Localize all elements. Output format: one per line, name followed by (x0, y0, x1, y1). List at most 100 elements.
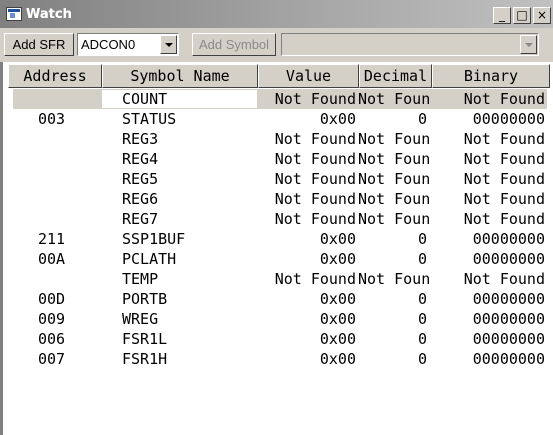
address-cell[interactable] (38, 169, 98, 189)
table-row[interactable]: COUNTNot FoundNot FoundNot Found (3, 89, 553, 109)
binary-cell[interactable]: 00000000 (431, 229, 547, 249)
address-cell[interactable] (38, 189, 98, 209)
symbol-name-cell[interactable]: REG3 (122, 129, 256, 149)
symbol-name-cell[interactable]: REG7 (122, 209, 256, 229)
binary-cell[interactable]: 00000000 (431, 249, 547, 269)
column-header-value[interactable]: Value (258, 64, 359, 88)
chevron-down-icon[interactable] (160, 35, 177, 54)
decimal-cell[interactable]: Not Found (358, 169, 431, 189)
value-cell[interactable]: Not Found (258, 129, 358, 149)
symbol-name-cell[interactable]: PORTB (122, 289, 256, 309)
binary-cell[interactable]: Not Found (431, 209, 547, 229)
binary-cell[interactable]: Not Found (431, 89, 547, 109)
value-cell[interactable]: Not Found (258, 269, 358, 289)
binary-cell[interactable]: 00000000 (431, 109, 547, 129)
decimal-cell[interactable]: Not Found (358, 209, 431, 229)
column-header-address[interactable]: Address (8, 64, 102, 88)
symbol-name-cell[interactable]: PCLATH (122, 249, 256, 269)
value-cell[interactable]: 0x00 (258, 249, 358, 269)
decimal-cell[interactable]: Not Found (358, 89, 431, 109)
binary-cell[interactable]: Not Found (431, 129, 547, 149)
chevron-down-icon[interactable] (520, 35, 537, 54)
table-row[interactable]: REG6Not FoundNot FoundNot Found (3, 189, 553, 209)
value-cell[interactable]: Not Found (258, 89, 358, 109)
binary-cell[interactable]: 00000000 (431, 289, 547, 309)
value-cell[interactable]: Not Found (258, 189, 358, 209)
address-cell[interactable]: 003 (38, 109, 98, 129)
symbol-name-cell[interactable]: STATUS (122, 109, 256, 129)
symbol-name-cell[interactable]: FSR1H (122, 349, 256, 369)
address-cell[interactable] (38, 269, 98, 289)
decimal-cell[interactable]: 0 (358, 329, 431, 349)
address-cell[interactable] (38, 89, 98, 109)
value-cell[interactable]: Not Found (258, 149, 358, 169)
column-header-binary[interactable]: Binary (432, 64, 550, 88)
address-cell[interactable]: 009 (38, 309, 98, 329)
symbol-name-cell[interactable]: REG4 (122, 149, 256, 169)
decimal-cell[interactable]: Not Found (358, 149, 431, 169)
column-header-decimal[interactable]: Decimal (359, 64, 432, 88)
binary-cell[interactable]: Not Found (431, 269, 547, 289)
decimal-cell[interactable]: 0 (358, 349, 431, 369)
decimal-cell[interactable]: 0 (358, 309, 431, 329)
maximize-button[interactable]: □ (513, 7, 531, 24)
minimize-button[interactable]: _ (493, 7, 511, 24)
table-row[interactable]: REG4Not FoundNot FoundNot Found (3, 149, 553, 169)
decimal-cell[interactable]: 0 (358, 229, 431, 249)
binary-cell[interactable]: Not Found (431, 169, 547, 189)
symbol-name-cell[interactable]: WREG (122, 309, 256, 329)
binary-cell[interactable]: Not Found (431, 149, 547, 169)
table-row[interactable]: 00D PORTB 0x00 0 00000000 (3, 289, 553, 309)
table-row[interactable]: TEMPNot FoundNot FoundNot Found (3, 269, 553, 289)
column-header-symbol-name[interactable]: Symbol Name (102, 64, 258, 88)
table-row[interactable]: REG3Not FoundNot FoundNot Found (3, 129, 553, 149)
add-sfr-button[interactable]: Add SFR (4, 33, 74, 56)
watch-window-icon[interactable] (6, 7, 22, 21)
value-cell[interactable]: Not Found (258, 209, 358, 229)
binary-cell[interactable]: 00000000 (431, 309, 547, 329)
symbol-select[interactable] (281, 33, 539, 56)
value-cell[interactable]: 0x00 (258, 349, 358, 369)
address-cell[interactable]: 211 (38, 229, 98, 249)
decimal-cell[interactable]: 0 (358, 109, 431, 129)
symbol-name-cell[interactable]: REG5 (122, 169, 256, 189)
address-cell[interactable]: 007 (38, 349, 98, 369)
table-row[interactable]: 006 FSR1L 0x00 0 00000000 (3, 329, 553, 349)
table-row[interactable]: 007 FSR1H 0x00 0 00000000 (3, 349, 553, 369)
address-cell[interactable] (38, 129, 98, 149)
table-row[interactable]: 211 SSP1BUF 0x00 0 00000000 (3, 229, 553, 249)
decimal-cell[interactable]: Not Found (358, 129, 431, 149)
decimal-cell[interactable]: Not Found (358, 189, 431, 209)
decimal-cell[interactable]: 0 (358, 249, 431, 269)
table-row[interactable]: 00A PCLATH 0x00 0 00000000 (3, 249, 553, 269)
value-cell[interactable]: 0x00 (258, 309, 358, 329)
value-cell[interactable]: Not Found (258, 169, 358, 189)
symbol-name-cell[interactable]: COUNT (122, 89, 256, 109)
table-row[interactable]: 009 WREG 0x00 0 00000000 (3, 309, 553, 329)
value-cell[interactable]: 0x00 (258, 289, 358, 309)
symbol-name-cell[interactable]: TEMP (122, 269, 256, 289)
sfr-select[interactable]: ADCON0 (77, 33, 179, 56)
watch-grid[interactable]: Address Symbol Name Value Decimal Binary… (0, 62, 553, 435)
address-cell[interactable]: 00A (38, 249, 98, 269)
binary-cell[interactable]: Not Found (431, 189, 547, 209)
table-row[interactable]: REG5Not FoundNot FoundNot Found (3, 169, 553, 189)
close-button[interactable]: × (533, 7, 551, 24)
table-row[interactable]: 003 STATUS 0x00 0 00000000 (3, 109, 553, 129)
binary-cell[interactable]: 00000000 (431, 329, 547, 349)
address-cell[interactable] (38, 209, 98, 229)
address-cell[interactable]: 00D (38, 289, 98, 309)
decimal-cell[interactable]: Not Found (358, 269, 431, 289)
address-cell[interactable] (38, 149, 98, 169)
add-symbol-button[interactable]: Add Symbol (192, 33, 276, 56)
symbol-name-cell[interactable]: FSR1L (122, 329, 256, 349)
value-cell[interactable]: 0x00 (258, 329, 358, 349)
title-bar[interactable]: Watch _ □ × (0, 0, 553, 28)
symbol-name-cell[interactable]: REG6 (122, 189, 256, 209)
address-cell[interactable]: 006 (38, 329, 98, 349)
table-row[interactable]: REG7Not FoundNot FoundNot Found (3, 209, 553, 229)
symbol-name-cell[interactable]: SSP1BUF (122, 229, 256, 249)
value-cell[interactable]: 0x00 (258, 229, 358, 249)
binary-cell[interactable]: 00000000 (431, 349, 547, 369)
value-cell[interactable]: 0x00 (258, 109, 358, 129)
